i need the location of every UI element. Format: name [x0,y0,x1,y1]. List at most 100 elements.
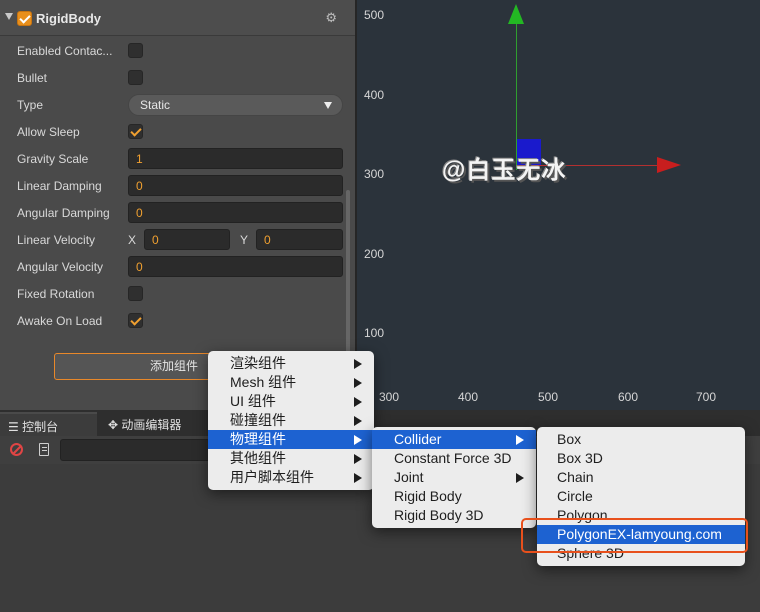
y-tick-label: 100 [364,326,385,340]
menu-item-label: Circle [557,488,593,504]
menu-item-other[interactable]: 其他组件 [208,449,374,468]
menu-item-box[interactable]: Box [537,430,745,449]
fixed-rotation-label: Fixed Rotation [17,287,95,301]
submenu-arrow-icon [516,435,524,445]
linear-velocity-y-label: Y [240,233,249,247]
x-tick-label: 300 [379,390,400,404]
angular-damping-label: Angular Damping [17,206,110,220]
console-icon: ☰ [8,420,23,434]
gravity-scale-label: Gravity Scale [17,152,89,166]
collapse-arrow-icon[interactable] [5,13,13,20]
menu-item-label: 渲染组件 [230,355,286,371]
x-tick-label: 500 [538,390,559,404]
linear-velocity-x-input[interactable]: 0 [144,229,230,250]
menu-item-label: 其他组件 [230,450,286,466]
menu-item-label: 物理组件 [230,431,286,447]
menu-item-label: Rigid Body [394,488,462,504]
y-tick-label: 500 [364,8,385,22]
menu-item-label: 用户脚本组件 [230,469,314,485]
x-tick-label: 400 [458,390,479,404]
menu-item-circle[interactable]: Circle [537,487,745,506]
submenu-arrow-icon [516,473,524,483]
gear-icon[interactable]: ⚙ [325,10,337,26]
menu-item-collision[interactable]: 碰撞组件 [208,411,374,430]
menu-item-rigid-body-3d[interactable]: Rigid Body 3D [372,506,536,525]
x-axis-arrow-icon[interactable] [657,157,681,173]
menu-item-label: Box 3D [557,450,603,466]
bullet-checkbox[interactable] [128,70,143,85]
type-select-value: Static [140,98,171,112]
angular-velocity-label: Angular Velocity [17,260,104,274]
menu-item-chain[interactable]: Chain [537,468,745,487]
scene-view[interactable]: 500 400 300 200 100 300 400 500 600 700 … [357,0,760,410]
linear-damping-label: Linear Damping [17,179,102,193]
y-tick-label: 400 [364,88,385,102]
menu-item-collider[interactable]: Collider [372,430,536,449]
tab-console-label: 控制台 [22,420,59,434]
inspector-panel: RigidBody ⚙ Enabled Contac... Bullet Typ… [0,0,355,410]
type-select[interactable]: Static [128,94,343,116]
y-axis-arrow-icon[interactable] [508,4,524,24]
menu-item-label: Chain [557,469,594,485]
submenu-arrow-icon [354,473,362,483]
linear-damping-input[interactable]: 0 [128,175,343,196]
menu-item-label: Constant Force 3D [394,450,512,466]
linear-velocity-x-label: X [128,233,137,247]
enabled-contact-label: Enabled Contac... [17,44,113,58]
open-log-icon[interactable] [39,443,49,456]
linear-velocity-y-input[interactable]: 0 [256,229,343,250]
clear-console-icon[interactable] [10,443,23,456]
submenu-arrow-icon [354,416,362,426]
submenu-arrow-icon [354,378,362,388]
angular-damping-input[interactable]: 0 [128,202,343,223]
menu-item-rigid-body[interactable]: Rigid Body [372,487,536,506]
menu-item-render[interactable]: 渲染组件 [208,354,374,373]
y-tick-label: 200 [364,247,385,261]
menu-item-joint[interactable]: Joint [372,468,536,487]
console-filter-input[interactable] [60,439,210,461]
submenu-arrow-icon [354,435,362,445]
physics-submenu: Collider Constant Force 3D Joint Rigid B… [372,427,536,528]
awake-on-load-label: Awake On Load [17,314,103,328]
awake-on-load-checkbox[interactable] [128,313,143,328]
enabled-contact-checkbox[interactable] [128,43,143,58]
allow-sleep-label: Allow Sleep [17,125,80,139]
annotation-highlight-box [521,518,748,553]
watermark-text: @白玉无冰 [442,157,567,184]
linear-velocity-label: Linear Velocity [17,233,96,247]
menu-item-label: Collider [394,431,442,447]
menu-item-mesh[interactable]: Mesh 组件 [208,373,374,392]
component-title: RigidBody [36,11,101,26]
menu-item-label: 碰撞组件 [230,412,286,428]
tab-animation-editor[interactable]: ✥ 动画编辑器 [100,412,212,436]
x-tick-label: 700 [696,390,717,404]
menu-item-label: Joint [394,469,424,485]
submenu-arrow-icon [354,397,362,407]
menu-item-label: Box [557,431,582,447]
bullet-label: Bullet [17,71,48,85]
menu-item-constant-force-3d[interactable]: Constant Force 3D [372,449,536,468]
submenu-arrow-icon [354,454,362,464]
add-component-menu: 渲染组件 Mesh 组件 UI 组件 碰撞组件 物理组件 其他组件 用户脚本组件 [208,351,374,490]
rigidbody-component-header[interactable]: RigidBody ⚙ [0,0,355,36]
fixed-rotation-checkbox[interactable] [128,286,143,301]
component-enabled-checkbox[interactable] [17,11,32,26]
menu-item-label: Rigid Body 3D [394,507,484,523]
menu-item-physics[interactable]: 物理组件 [208,430,374,449]
allow-sleep-checkbox[interactable] [128,124,143,139]
x-tick-label: 600 [618,390,639,404]
type-label: Type [17,98,44,112]
animation-icon: ✥ [108,418,122,432]
menu-item-user-script[interactable]: 用户脚本组件 [208,468,374,487]
dropdown-caret-icon [324,102,332,109]
y-tick-label: 300 [364,167,385,181]
gravity-scale-input[interactable]: 1 [128,148,343,169]
menu-item-box-3d[interactable]: Box 3D [537,449,745,468]
angular-velocity-input[interactable]: 0 [128,256,343,277]
inspector-scrollbar[interactable] [346,190,350,355]
submenu-arrow-icon [354,359,362,369]
menu-item-ui[interactable]: UI 组件 [208,392,374,411]
menu-item-label: UI 组件 [230,393,276,409]
tab-animation-label: 动画编辑器 [121,418,182,432]
tab-console[interactable]: ☰ 控制台 [0,412,97,436]
